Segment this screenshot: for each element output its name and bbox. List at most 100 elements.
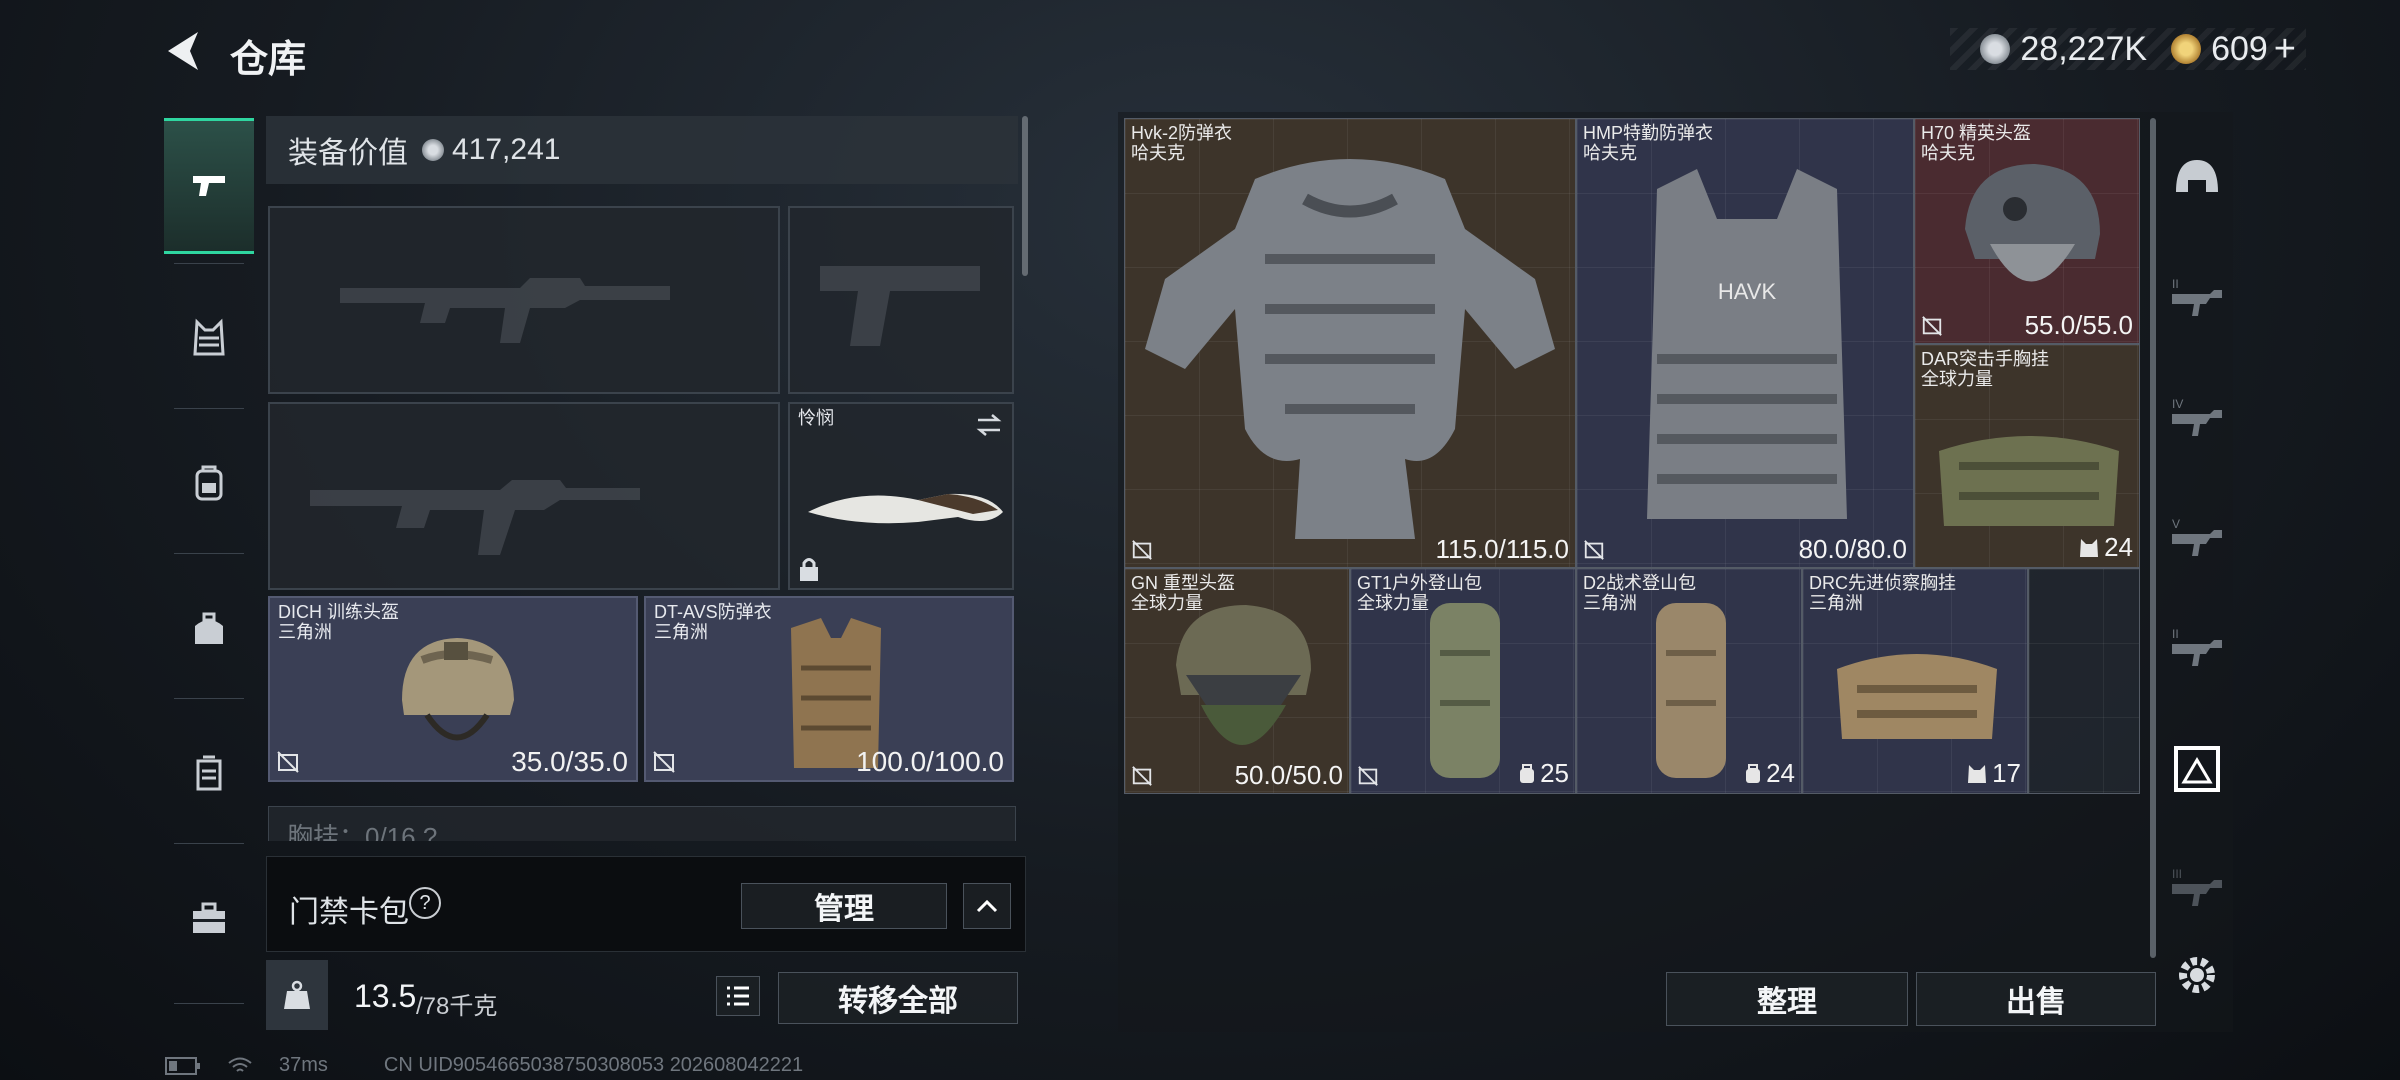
rifle-silhouette-icon (340, 278, 670, 343)
item-name: GT1户外登山包 (1357, 573, 1483, 593)
stash-item-h70-helmet[interactable]: H70 精英头盔 哈夫克 55.0/55.0 (1914, 118, 2140, 344)
stash-page-5[interactable]: V (2170, 512, 2224, 566)
vest-icon (193, 318, 225, 356)
weight-current: 13.5 (354, 978, 417, 1014)
slot-numeral: II (2172, 627, 2179, 641)
help-icon[interactable]: ? (409, 887, 441, 919)
collapse-button[interactable] (963, 883, 1011, 929)
rifle-icon: III (2172, 867, 2222, 906)
stash-page-6[interactable]: II (2170, 622, 2224, 676)
sell-button[interactable]: 出售 (1916, 972, 2156, 1026)
weight-max: /78千克 (416, 993, 498, 1020)
slot-numeral: III (2172, 867, 2182, 881)
ping: 37ms (279, 1054, 328, 1076)
box-icon (2174, 746, 2220, 792)
item-brand: 哈夫克 (1131, 143, 1185, 163)
stash-page-2[interactable]: II (2170, 272, 2224, 326)
chevron-up-icon (976, 899, 998, 913)
gn-helmet-item-icon (1176, 605, 1311, 745)
equip-value: 417,241 (452, 133, 561, 166)
helmet-slot[interactable]: DICH 训练头盔 三角洲 35.0/35.0 (268, 596, 638, 782)
armor-brand: 三角洲 (654, 622, 708, 642)
rifle-silhouette-icon (310, 480, 640, 555)
slot-numeral: IV (2172, 397, 2183, 411)
item-label: DAR突击手胸挂 全球力量 (1921, 349, 2049, 389)
item-brand: 哈夫克 (1921, 143, 1975, 163)
nav-bag-tab[interactable] (164, 568, 254, 688)
helmet-label: DICH 训练头盔 三角洲 (278, 602, 399, 642)
settings-button[interactable] (2170, 948, 2224, 1002)
loadout-scrollbar[interactable] (1022, 116, 1028, 276)
nav-rig-tab[interactable] (164, 278, 254, 398)
stash-item-d2-backpack[interactable]: D2战术登山包 三角洲 24 (1576, 568, 1802, 794)
backpack-small-icon (1746, 763, 1761, 783)
stash-item-gt1-backpack[interactable]: GT1户外登山包 全球力量 25 (1350, 568, 1576, 794)
manage-button[interactable]: 管理 (741, 883, 947, 929)
stash-page-4[interactable]: IV (2170, 392, 2224, 446)
add-currency-button[interactable]: + (2274, 28, 2296, 71)
stash-item-gn-helmet[interactable]: GN 重型头盔 全球力量 50.0/50.0 (1124, 568, 1350, 794)
slot-numeral: II (2172, 277, 2179, 291)
no-insurance-icon (1132, 540, 1152, 560)
stash-page-helmet[interactable] (2170, 152, 2224, 206)
stash-item-hmp-armor[interactable]: HMP特勤防弹衣 哈夫克 HAVK 80.0/80.0 (1576, 118, 1914, 568)
armor-durability: 100.0/100.0 (856, 746, 1004, 777)
item-name: HMP特勤防弹衣 (1583, 123, 1713, 143)
stash-page-nav: II IV V II III (2156, 112, 2236, 1032)
item-name: H70 精英头盔 (1921, 123, 2032, 143)
list-view-button[interactable] (716, 976, 760, 1016)
sort-button[interactable]: 整理 (1666, 972, 1908, 1026)
rig-slot[interactable]: 胸挂：0/16 ? (268, 806, 1016, 841)
havk-print: HAVK (1718, 279, 1777, 304)
transfer-all-button[interactable]: 转移全部 (778, 972, 1018, 1024)
pistol-icon (193, 176, 225, 196)
nav-container-tab[interactable] (164, 713, 254, 833)
pistol-slot[interactable] (788, 206, 1014, 394)
item-brand: 三角洲 (1809, 593, 1863, 613)
stash-page-7[interactable]: III (2170, 862, 2224, 916)
item-label: HMP特勤防弹衣 哈夫克 (1583, 123, 1713, 163)
item-label: D2战术登山包 三角洲 (1583, 573, 1696, 613)
gear-icon (2179, 957, 2215, 993)
item-brand: 三角洲 (1583, 593, 1637, 613)
nav-weapons-tab[interactable] (164, 118, 254, 254)
item-durability: 80.0/80.0 (1798, 534, 1907, 564)
helmet-name: DICH 训练头盔 (278, 602, 399, 622)
nav-backpack-tab[interactable] (164, 423, 254, 543)
back-button[interactable] (160, 26, 210, 76)
gt1-backpack-item-icon (1430, 603, 1500, 778)
item-label: GT1户外登山包 全球力量 (1357, 573, 1482, 613)
rig-icon (2080, 538, 2099, 557)
item-brand: 全球力量 (1357, 593, 1429, 613)
no-insurance-icon (653, 751, 675, 773)
stash-page-active[interactable] (2170, 742, 2224, 796)
list-icon (727, 986, 749, 1006)
bag-icon (195, 612, 223, 644)
nav-toolbox-tab[interactable] (164, 858, 254, 978)
helmet-icon (2176, 160, 2218, 192)
stash-item-drc-rig[interactable]: DRC先进侦察胸挂 三角洲 17 (1802, 568, 2028, 794)
back-arrow-icon (168, 32, 198, 70)
item-capacity-value: 17 (1992, 758, 2021, 788)
no-insurance-icon (277, 751, 299, 773)
helmet-brand: 三角洲 (278, 622, 332, 642)
rifle-icon: II (2172, 627, 2222, 666)
primary-weapon-slot[interactable] (268, 206, 780, 394)
karambit-knife-icon (808, 493, 1003, 524)
havk-coin-icon (1980, 34, 2011, 64)
item-capacity: 17 (1966, 758, 2021, 789)
item-name: GN 重型头盔 (1131, 573, 1236, 593)
stash-item-hvk2-armor[interactable]: Hvk-2防弹衣 哈夫克 115.0/115.0 (1124, 118, 1576, 568)
secondary-weapon-slot[interactable] (268, 402, 780, 590)
swap-icon[interactable] (974, 410, 1004, 440)
item-label: DRC先进侦察胸挂 三角洲 (1809, 573, 1956, 613)
item-brand: 哈夫克 (1583, 143, 1637, 163)
backpack-icon (195, 465, 223, 501)
armor-slot[interactable]: DT-AVS防弹衣 三角洲 100.0/100.0 (644, 596, 1014, 782)
item-capacity-value: 25 (1540, 758, 1569, 788)
melee-slot[interactable]: 怜悯 (788, 402, 1014, 590)
stash-empty-cell[interactable] (2028, 568, 2140, 794)
d2-backpack-item-icon (1656, 603, 1726, 778)
rifle-icon: II (2172, 277, 2222, 316)
stash-item-dar-rig[interactable]: DAR突击手胸挂 全球力量 24 (1914, 344, 2140, 568)
